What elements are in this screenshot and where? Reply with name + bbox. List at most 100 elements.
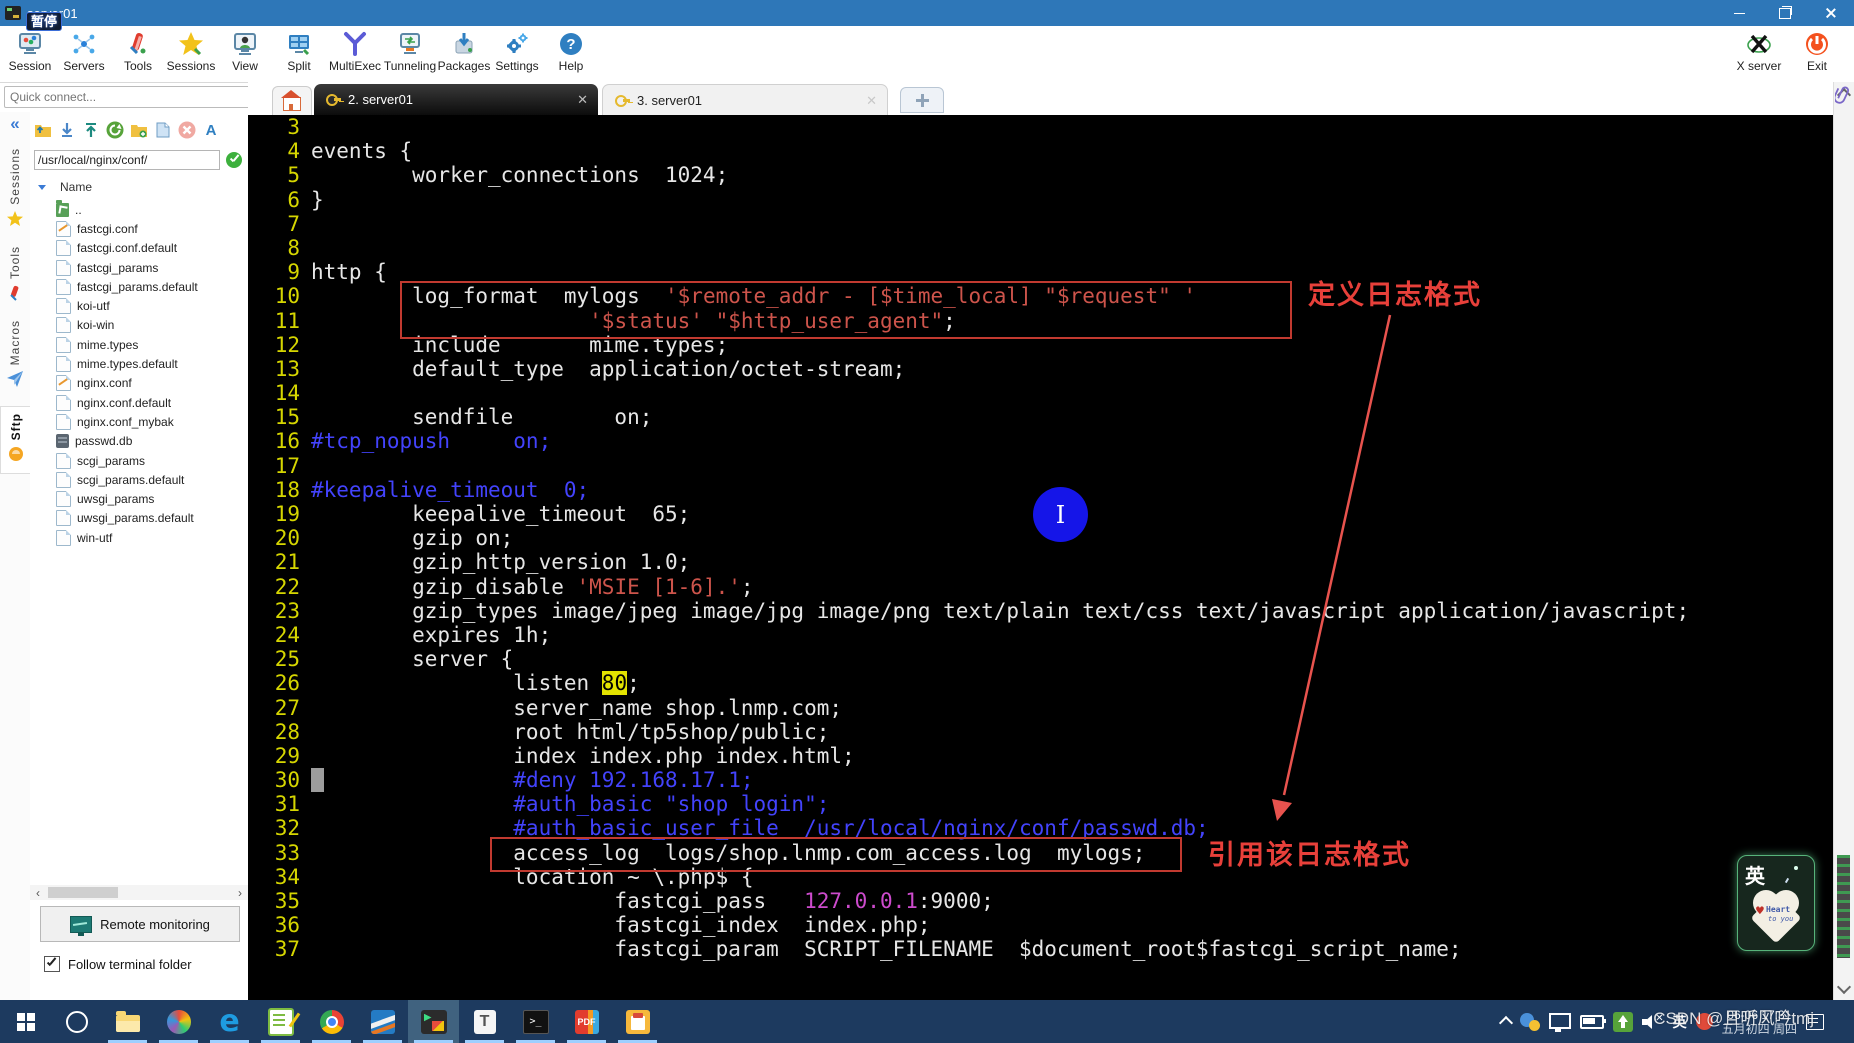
terminal-line: 22 gzip_disable 'MSIE [1-6].'; — [248, 575, 1834, 599]
taskbar-edge[interactable]: e — [204, 1000, 255, 1043]
menu-item-session[interactable]: Session — [3, 29, 57, 73]
menu-item-split[interactable]: Split — [272, 29, 326, 73]
follow-terminal-folder-row[interactable]: Follow terminal folder — [44, 956, 192, 972]
scroll-right-icon[interactable]: › — [232, 886, 248, 900]
menu-item-sessions[interactable]: Sessions — [164, 29, 218, 73]
menu-item-settings[interactable]: Settings — [490, 29, 544, 73]
file-name: fastcgi_params — [77, 260, 159, 275]
file-row[interactable]: .. — [30, 199, 248, 219]
taskbar-pdf-reader[interactable]: PDF — [561, 1000, 612, 1043]
file-row[interactable]: nginx.conf — [30, 374, 248, 393]
tab-server01-3[interactable]: 3. server01 ✕ — [602, 84, 888, 116]
file-row[interactable]: nginx.conf_mybak — [30, 412, 248, 431]
tray-volume-muted-icon[interactable]: ✕ — [1642, 1013, 1664, 1029]
taskbar-vmware[interactable] — [357, 1000, 408, 1043]
taskbar-notes-app[interactable] — [612, 1000, 663, 1043]
go-up-folder-icon[interactable] — [34, 121, 52, 139]
scroll-down-icon[interactable] — [1836, 979, 1852, 995]
line-number: 17 — [274, 453, 300, 478]
file-row[interactable]: fastcgi.conf.default — [30, 239, 248, 258]
tab-server01-2[interactable]: 2. server01 ✕ — [314, 84, 598, 115]
close-tab-icon[interactable]: ✕ — [577, 92, 588, 108]
tray-network-icon[interactable] — [1549, 1012, 1572, 1032]
file-row[interactable]: passwd.db — [30, 432, 248, 451]
file-row[interactable]: mime.types.default — [30, 354, 248, 373]
sidebar-tab-sessions[interactable]: Sessions — [0, 148, 30, 232]
remote-monitoring-button[interactable]: Remote monitoring — [40, 906, 240, 942]
taskbar-photos-app[interactable] — [153, 1000, 204, 1043]
tray-csdn-icon[interactable] — [1695, 1013, 1713, 1030]
file-row[interactable]: nginx.conf.default — [30, 393, 248, 412]
refresh-icon[interactable] — [106, 121, 124, 139]
vertical-scrollbar[interactable] — [1833, 82, 1854, 1000]
new-tab-button[interactable] — [900, 87, 944, 113]
sidebar-tab-sftp[interactable]: Sftp — [0, 406, 30, 475]
tray-expand-icon[interactable] — [1499, 1015, 1514, 1031]
maximize-button[interactable] — [1762, 0, 1808, 26]
close-button[interactable] — [1808, 0, 1854, 26]
menu-item-exit[interactable]: Exit — [1788, 29, 1846, 73]
menu-item-packages[interactable]: Packages — [436, 29, 492, 73]
taskbar-mobaxterm[interactable] — [408, 1000, 459, 1043]
tray-battery-icon[interactable] — [1580, 1014, 1607, 1029]
line-number: 6 — [287, 187, 300, 212]
file-row[interactable]: win-utf — [30, 528, 248, 547]
cortana-button[interactable] — [51, 1000, 102, 1043]
menu-item-multiexec[interactable]: MultiExec — [326, 29, 384, 73]
new-file-icon[interactable] — [154, 121, 172, 139]
minimize-button[interactable] — [1716, 0, 1762, 26]
sidebar-tab-tools[interactable]: Tools — [0, 246, 30, 306]
file-row[interactable]: scgi_params.default — [30, 470, 248, 489]
scrollbar-thumb[interactable] — [48, 887, 118, 898]
sftp-path-input[interactable] — [34, 150, 220, 170]
path-ok-icon[interactable] — [226, 152, 242, 168]
start-button[interactable] — [0, 1000, 51, 1043]
taskbar-chrome[interactable] — [306, 1000, 357, 1043]
scroll-left-icon[interactable]: ‹ — [30, 886, 46, 900]
tray-clock[interactable]: 06-06 17:31 五月初四 周四 — [1722, 1008, 1797, 1036]
tray-updater-icon[interactable] — [1613, 1011, 1634, 1032]
taskbar-notepadpp[interactable] — [255, 1000, 306, 1043]
file-list-header[interactable]: Name — [38, 180, 92, 194]
tray-qq-icon[interactable] — [1520, 1012, 1541, 1031]
file-list: .. fastcgi.conf fastcgi.conf.default fas… — [30, 199, 248, 547]
sidebar-tab-macros[interactable]: Macros — [0, 320, 30, 392]
tray-ime-indicator[interactable]: 英 — [1673, 1012, 1687, 1032]
new-folder-icon[interactable] — [130, 121, 148, 139]
menu-item-servers[interactable]: Servers — [57, 29, 111, 73]
file-icon — [56, 471, 71, 488]
menu-item-help[interactable]: ? Help — [544, 29, 598, 73]
file-row[interactable]: koi-win — [30, 316, 248, 335]
delete-icon[interactable] — [178, 121, 196, 139]
notification-center-icon[interactable] — [1806, 1013, 1824, 1030]
taskbar-typora[interactable]: T — [459, 1000, 510, 1043]
upload-icon[interactable] — [82, 121, 100, 139]
home-tab[interactable] — [272, 86, 312, 116]
horizontal-scrollbar[interactable]: ‹ › — [30, 885, 248, 900]
file-row[interactable]: fastcgi_params — [30, 258, 248, 277]
collapse-sidebar-button[interactable]: « — [0, 114, 30, 134]
encoding-icon[interactable]: A — [202, 121, 220, 139]
close-tab-icon[interactable]: ✕ — [866, 93, 877, 109]
file-name: fastcgi.conf — [77, 221, 138, 236]
taskbar-file-explorer[interactable] — [102, 1000, 153, 1043]
taskbar-cmd[interactable]: >_ — [510, 1000, 561, 1043]
menu-item-x-server[interactable]: X server — [1730, 29, 1788, 73]
terminal[interactable]: 3 4 events { 5 worker_connections 1024; … — [248, 115, 1834, 1000]
follow-terminal-checkbox[interactable] — [44, 956, 60, 972]
recorder-pause-badge[interactable]: 暂停 — [26, 12, 63, 31]
menu-item-view[interactable]: View — [218, 29, 272, 73]
menu-item-tools[interactable]: Tools — [111, 29, 165, 73]
file-row[interactable]: uwsgi_params — [30, 489, 248, 508]
scrollbar-thumb[interactable] — [1837, 855, 1850, 958]
file-row[interactable]: fastcgi_params.default — [30, 277, 248, 296]
download-icon[interactable] — [58, 121, 76, 139]
file-row[interactable]: fastcgi.conf — [30, 219, 248, 238]
file-row[interactable]: mime.types — [30, 335, 248, 354]
paperclip-icon[interactable] — [1835, 85, 1851, 105]
menu-item-tunneling[interactable]: Tunneling — [382, 29, 438, 73]
file-row[interactable]: scgi_params — [30, 451, 248, 470]
quick-connect-input[interactable] — [4, 86, 252, 108]
file-row[interactable]: koi-utf — [30, 296, 248, 315]
file-row[interactable]: uwsgi_params.default — [30, 509, 248, 528]
